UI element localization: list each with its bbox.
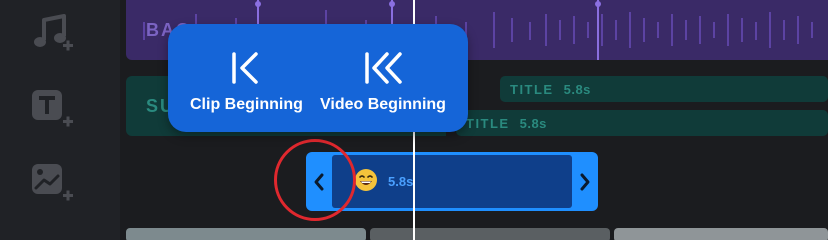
highlight-circle	[274, 139, 356, 221]
music-note-plus-icon	[34, 14, 73, 51]
grinning-face-emoji-icon	[355, 169, 377, 191]
video-editor-timeline: BAC SU TITLE 5.8s TITLE 5.8s 5.8s Clip B…	[0, 0, 828, 240]
skip-to-start-icon	[232, 52, 259, 84]
clip-beginning-button[interactable]: Clip Beginning	[190, 24, 303, 132]
tool-column	[0, 0, 120, 240]
add-music-button[interactable]	[30, 12, 74, 56]
sticker-clip-duration: 5.8s	[388, 174, 414, 189]
trim-handle-right[interactable]	[572, 152, 598, 211]
video-thumbnail[interactable]	[126, 228, 366, 240]
title-clip-duration: 5.8s	[519, 115, 547, 131]
video-thumbnail[interactable]	[614, 228, 828, 240]
video-beginning-label: Video Beginning	[320, 96, 446, 113]
add-text-button[interactable]	[30, 86, 74, 130]
title-clip-label: TITLE	[510, 81, 554, 97]
title-clip-duration: 5.8s	[563, 81, 591, 97]
chevron-right-icon	[580, 173, 590, 190]
title-clip[interactable]: TITLE 5.8s	[456, 110, 828, 136]
sticker-plus-icon	[32, 164, 73, 201]
text-t-plus-icon	[32, 90, 73, 127]
title-clip-label: TITLE	[466, 115, 510, 131]
title-clip[interactable]: TITLE 5.8s	[500, 76, 828, 102]
rewind-to-start-icon	[365, 52, 402, 84]
video-thumbnail[interactable]	[370, 228, 610, 240]
video-beginning-button[interactable]: Video Beginning	[320, 24, 446, 132]
clip-beginning-label: Clip Beginning	[190, 96, 303, 113]
add-sticker-button[interactable]	[30, 160, 74, 204]
jump-to-popup: Clip Beginning Video Beginning	[168, 24, 468, 132]
